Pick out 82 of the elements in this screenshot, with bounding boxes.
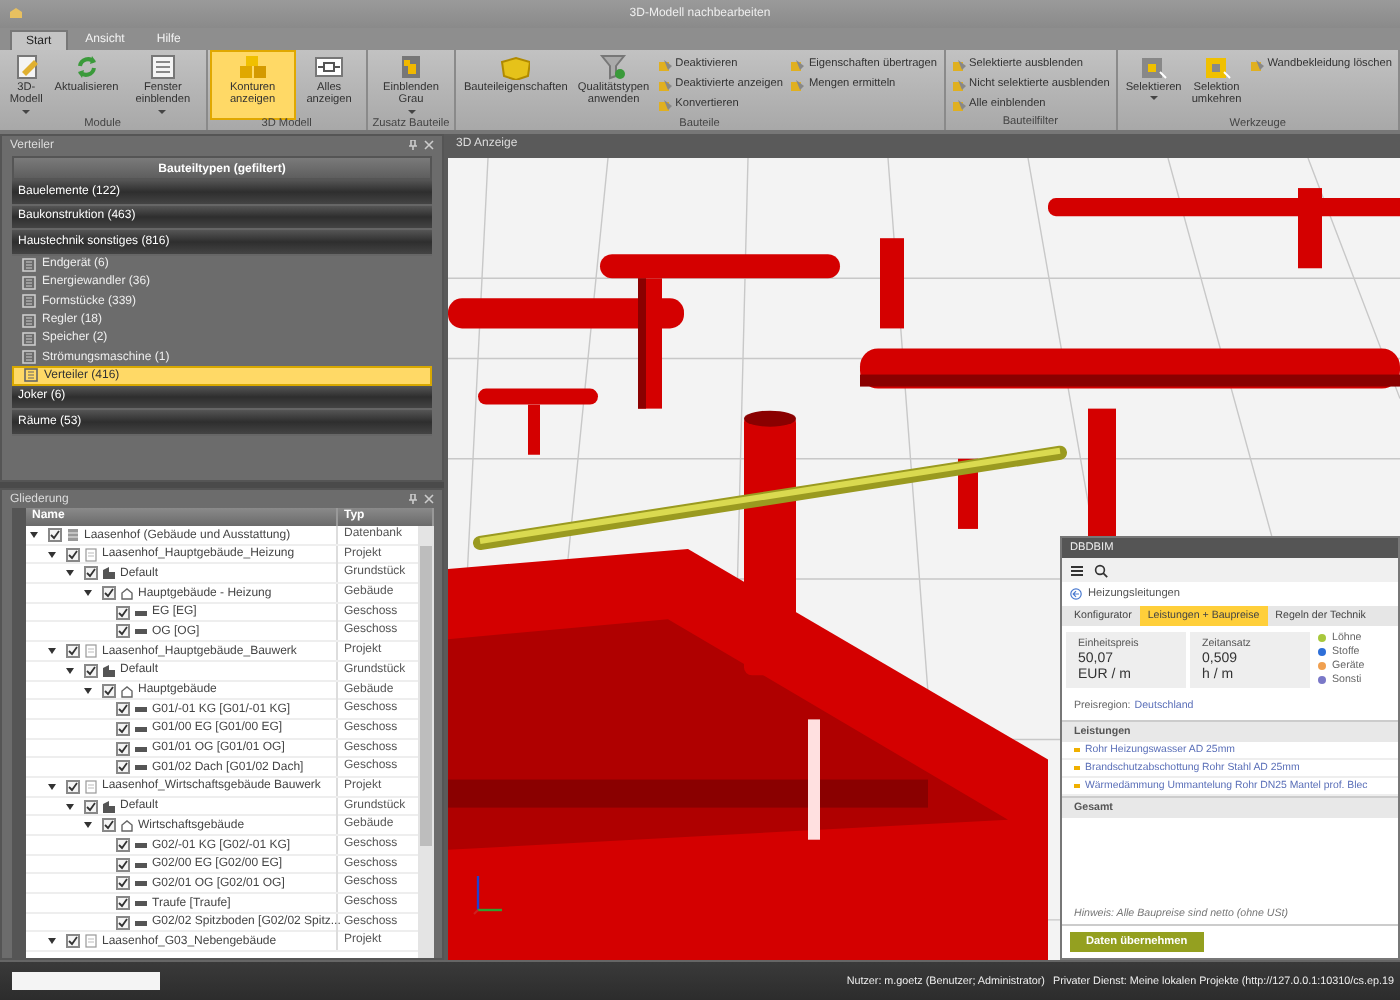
document-icon [84,779,98,794]
caret-icon [158,109,167,114]
checkbox[interactable] [66,934,80,949]
tool-icon [951,77,966,91]
box-icon [500,54,531,80]
back-arrow-icon[interactable] [1070,588,1082,600]
caret-icon [22,109,31,114]
expand-arrow-icon[interactable] [66,803,74,810]
bullet-icon [1074,747,1079,753]
component-icon [22,350,36,365]
component-icon [22,331,36,346]
tool-icon [951,57,966,71]
expand-arrow-icon[interactable] [48,938,56,945]
checkbox[interactable] [116,760,130,775]
caret-icon [1149,96,1158,101]
checkbox[interactable] [102,586,116,601]
component-icon [22,313,36,328]
tool-icon [657,57,672,71]
expand-arrow-icon[interactable] [84,687,92,693]
house-icon [120,683,134,697]
pin-icon[interactable] [408,140,418,150]
close-icon[interactable] [424,140,434,150]
tool-icon [657,97,672,111]
expand-arrow-icon[interactable] [30,532,38,538]
expand-arrow-icon[interactable] [84,590,92,597]
checkbox[interactable] [116,876,130,891]
scrollbar-thumb[interactable] [420,546,432,846]
checkbox[interactable] [116,896,130,911]
close-icon[interactable] [424,494,434,504]
bullet-icon [1074,783,1079,789]
checkbox[interactable] [66,644,80,659]
expand-arrow-icon[interactable] [66,570,74,577]
expand-arrow-icon[interactable] [48,783,56,790]
menu-icon[interactable] [1070,563,1084,577]
checkbox[interactable] [66,779,80,794]
document-icon [84,547,98,562]
buildings-icon [102,566,116,581]
checkbox[interactable] [84,663,98,678]
house-icon [120,586,134,601]
checkbox[interactable] [48,528,62,542]
tool-icon [1249,57,1264,71]
expand-arrow-icon[interactable] [66,667,74,674]
document-icon [84,644,98,659]
checkbox[interactable] [116,624,130,639]
tool-icon [790,57,805,71]
status-field[interactable] [12,972,160,990]
checkbox[interactable] [116,857,130,872]
checkbox[interactable] [116,741,130,756]
cubes-icon [237,54,268,80]
app-icon [8,6,24,20]
tool-icon [790,77,805,91]
pin-icon[interactable] [408,494,418,504]
checkbox[interactable] [116,915,130,930]
checkbox[interactable] [84,566,98,581]
checkbox[interactable] [116,721,130,736]
component-icon [24,368,38,383]
checkbox[interactable] [116,605,130,620]
component-icon [22,275,36,290]
expand-arrow-icon[interactable] [48,648,56,655]
component-icon [22,257,36,272]
search-icon[interactable] [1094,563,1108,577]
expand-arrow-icon[interactable] [48,551,56,558]
expand-arrow-icon[interactable] [84,822,92,829]
scrollbar[interactable] [418,526,434,958]
tool-icon [951,97,966,111]
tool-icon [657,77,672,91]
component-icon [22,294,36,309]
buildings-icon [102,663,116,678]
document-icon [84,934,98,949]
house-icon [120,818,134,833]
checkbox[interactable] [116,838,130,852]
checkbox[interactable] [66,547,80,562]
caret-icon [407,109,415,114]
select-icon [1138,54,1169,80]
axis-icon [472,872,504,916]
checkbox[interactable] [102,818,116,833]
checkbox[interactable] [116,702,130,717]
select-icon [1201,54,1232,80]
checkbox[interactable] [84,799,98,814]
buildings-icon [102,799,116,814]
bullet-icon [1074,765,1079,771]
checkbox[interactable] [102,683,116,697]
